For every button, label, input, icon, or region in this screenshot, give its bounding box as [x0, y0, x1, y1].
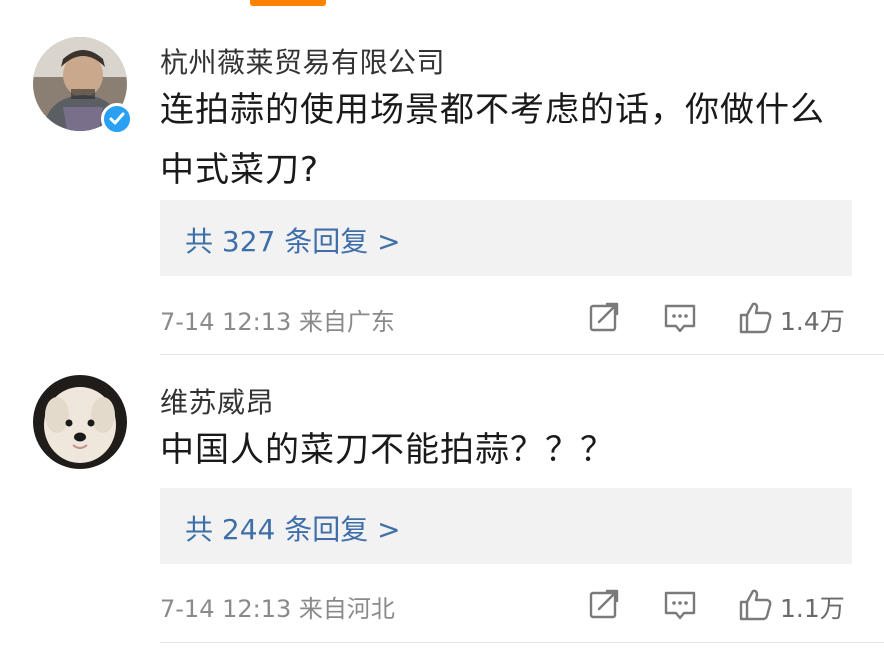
- comment-time: 7-14 12:13 来自河北: [160, 595, 395, 623]
- username[interactable]: 杭州薇莱贸易有限公司: [160, 41, 445, 81]
- comment-text: 连拍蒜的使用场景都不考虑的话，你做什么中式菜刀?: [160, 90, 825, 190]
- like-icon[interactable]: [735, 298, 775, 338]
- like-icon[interactable]: [735, 585, 775, 625]
- comment-time: 7-14 12:13 来自广东: [160, 308, 395, 336]
- like-count: 1.4万: [780, 307, 845, 336]
- view-replies-link[interactable]: 共 327 条回复 >: [185, 220, 401, 260]
- share-icon[interactable]: [585, 585, 625, 625]
- avatar[interactable]: [33, 375, 127, 469]
- view-replies-link[interactable]: 共 244 条回复 >: [185, 508, 401, 548]
- active-tab-indicator: [250, 0, 326, 6]
- comment-meta-row: 7-14 12:13 来自广东 1.4万: [160, 298, 852, 338]
- username[interactable]: 维苏威昂: [160, 381, 274, 421]
- comment-meta-row: 7-14 12:13 来自河北 1.1万: [160, 585, 852, 625]
- divider: [160, 642, 884, 643]
- comment-text: 中国人的菜刀不能拍蒜？？？: [160, 430, 615, 470]
- comment-icon[interactable]: [660, 585, 700, 625]
- reply-box[interactable]: 共 244 条回复 >: [160, 488, 852, 564]
- comment-icon[interactable]: [660, 298, 700, 338]
- verified-badge-icon: [101, 103, 133, 135]
- comment-list-page: 杭州薇莱贸易有限公司 连拍蒜的使用场景都不考虑的话，你做什么中式菜刀? 共 32…: [0, 0, 884, 655]
- avatar-image: [33, 375, 127, 469]
- share-icon[interactable]: [585, 298, 625, 338]
- divider: [160, 354, 884, 355]
- reply-box[interactable]: 共 327 条回复 >: [160, 200, 852, 276]
- like-count: 1.1万: [780, 594, 845, 623]
